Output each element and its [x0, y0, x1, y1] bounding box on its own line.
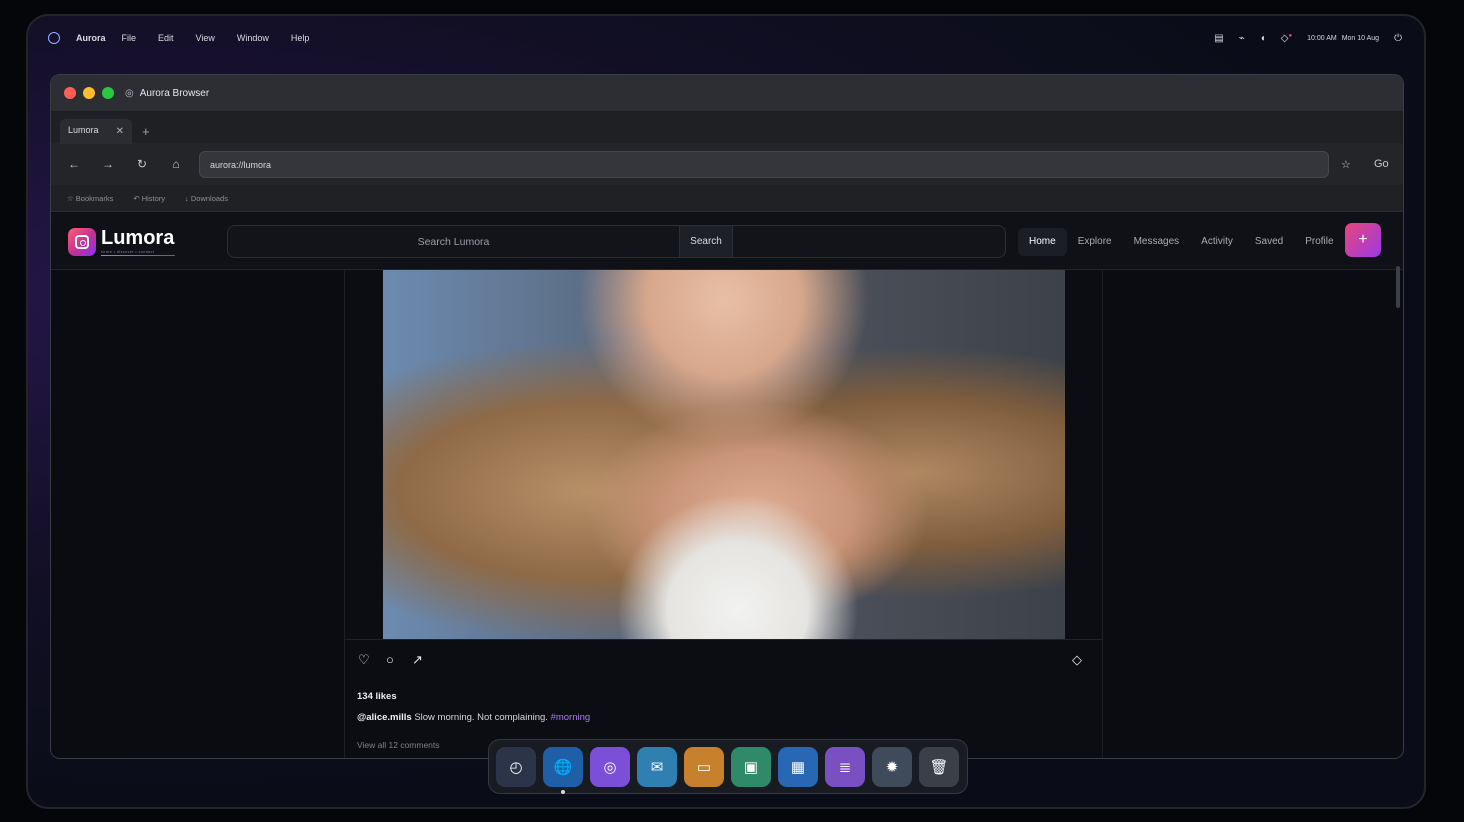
dock-settings-icon[interactable]: ✹ [872, 746, 912, 787]
brand-underline [101, 255, 175, 256]
dock-files-icon[interactable]: ▭ [684, 746, 724, 787]
dock-notes-icon[interactable]: ≣ [825, 746, 865, 787]
lumora-brand[interactable]: Lumora [101, 227, 174, 250]
history-link[interactable]: ↶ History [133, 194, 165, 203]
dock-browser-icon[interactable]: 🌐 [543, 746, 583, 794]
window-titlebar: ◎ Aurora Browser [51, 75, 1403, 112]
wifi-icon[interactable]: ⌁ [1239, 33, 1245, 44]
tab-label: Lumora [68, 125, 99, 135]
post-username[interactable]: @alice.mills [357, 712, 412, 723]
dock-calendar-icon[interactable]: ▦ [778, 746, 818, 787]
caption-text: Slow morning. Not complaining. [414, 712, 548, 723]
clock-date: Mon 10 Aug [1341, 34, 1380, 42]
likes-count: 134 likes [357, 691, 397, 702]
hashtag-link[interactable]: #morning [551, 712, 591, 723]
create-post-button[interactable]: + [1345, 223, 1381, 257]
nav-messages[interactable]: Messages [1123, 228, 1191, 256]
dock-lumora-icon[interactable]: ◎ [590, 746, 630, 787]
menu-edit[interactable]: Edit [158, 33, 174, 43]
reload-icon[interactable]: ↻ [125, 157, 159, 171]
browser-window: ◎ Aurora Browser Lumora ✕ + ← → ↻ ⌂ auro… [50, 74, 1404, 759]
desktop: Aurora File Edit View Window Help ▤ ⌁ ◖ … [26, 14, 1426, 809]
dock-trash-icon[interactable]: 🗑 [919, 746, 959, 787]
nav-activity[interactable]: Activity [1190, 228, 1244, 256]
search-box: Search Lumora Search [227, 225, 1006, 258]
post-image[interactable] [383, 270, 1065, 639]
nav-home[interactable]: Home [1018, 228, 1067, 256]
page-scrollbar[interactable] [1396, 266, 1400, 308]
like-heart-icon[interactable]: ♡ [358, 652, 370, 668]
address-bar[interactable]: aurora://lumora [199, 150, 1329, 178]
search-input[interactable]: Search Lumora [228, 236, 679, 248]
page-content: Lumora share • discover • connect Search… [51, 213, 1403, 758]
close-tab-icon[interactable]: ✕ [116, 126, 124, 137]
menu-bar: Aurora File Edit View Window Help ▤ ⌁ ◖ … [28, 16, 1424, 60]
tab-strip: Lumora ✕ + [51, 112, 1403, 144]
browser-globe-icon: ◎ [125, 87, 134, 99]
downloads-link[interactable]: ↓ Downloads [185, 194, 228, 203]
system-logo-icon[interactable] [48, 32, 60, 44]
tab-lumora[interactable]: Lumora ✕ [60, 119, 132, 144]
go-button[interactable]: Go [1374, 158, 1389, 170]
view-comments-link[interactable]: View all 12 comments [357, 740, 440, 750]
comment-icon[interactable]: ○ [386, 652, 394, 667]
moon-icon[interactable]: ◖ [1260, 33, 1266, 44]
lumora-nav: Home Explore Messages Activity Saved Pro… [1018, 227, 1345, 257]
power-icon[interactable]: ⏻ [1394, 33, 1402, 44]
nav-saved[interactable]: Saved [1244, 228, 1294, 256]
feed: ♡ ○ ↗ ◇ 134 likes @alice.mills Slow morn… [344, 270, 1103, 758]
bookmark-star-icon[interactable]: ☆ [1341, 158, 1357, 171]
nav-profile[interactable]: Profile [1294, 228, 1344, 256]
bookmarks-bar: ☆ Bookmarks ↶ History ↓ Downloads [51, 185, 1403, 212]
navigation-bar: ← → ↻ ⌂ aurora://lumora ☆ Go [51, 143, 1403, 185]
new-tab-icon[interactable]: + [142, 124, 150, 139]
menu-file[interactable]: File [122, 33, 137, 43]
save-bookmark-icon[interactable]: ◇ [1072, 652, 1082, 668]
nav-explore[interactable]: Explore [1067, 228, 1123, 256]
dock-mail-icon[interactable]: ✉ [637, 746, 677, 787]
home-icon[interactable]: ⌂ [159, 157, 193, 171]
bookmarks-link[interactable]: ☆ Bookmarks [67, 194, 113, 203]
share-arrow-icon[interactable]: ↗ [412, 652, 423, 668]
post-caption: @alice.mills Slow morning. Not complaini… [357, 712, 590, 723]
menu-view[interactable]: View [196, 33, 215, 43]
dock-photos-icon[interactable]: ▣ [731, 746, 771, 787]
back-icon[interactable]: ← [57, 157, 91, 171]
search-button[interactable]: Search [679, 226, 733, 257]
lumora-logo-icon[interactable] [68, 228, 96, 256]
clock-time: 10:00 AM [1307, 34, 1337, 42]
running-indicator [561, 789, 565, 794]
active-app-name[interactable]: Aurora [76, 33, 106, 43]
forward-icon[interactable]: → [91, 157, 125, 171]
dock-launcher-icon[interactable]: ◴ [496, 746, 536, 787]
battery-icon[interactable]: ▤ [1214, 33, 1223, 44]
maximize-window-button[interactable] [102, 87, 114, 99]
window-title: Aurora Browser [139, 87, 210, 99]
post-actions: ♡ ○ ↗ ◇ 134 likes @alice.mills Slow morn… [345, 639, 1102, 750]
menu-help[interactable]: Help [291, 33, 310, 43]
menu-window[interactable]: Window [237, 33, 269, 43]
lumora-header: Lumora share • discover • connect Search… [51, 213, 1403, 270]
close-window-button[interactable] [64, 87, 76, 99]
minimize-window-button[interactable] [83, 87, 95, 99]
notification-icon[interactable]: ◇● [1281, 33, 1292, 44]
dock: ◴ 🌐 ◎ ✉ ▭ ▣ ▦ ≣ ✹ 🗑 [488, 739, 968, 794]
lumora-tagline: share • discover • connect [101, 250, 155, 254]
